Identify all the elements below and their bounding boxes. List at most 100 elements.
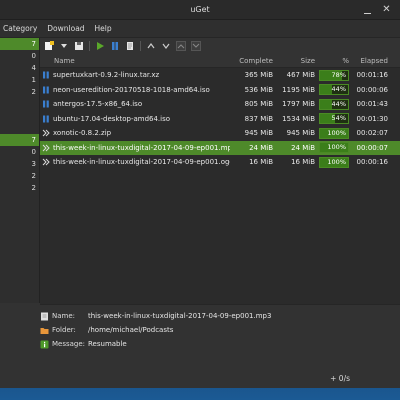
close-icon[interactable]: ✕ [381,4,392,15]
cell-name: supertuxkart-0.9.2-linux.tar.xz [40,71,230,79]
cell-percent: 54% [317,113,351,125]
cell-elapsed: 00:01:16 [356,71,388,80]
progress-label: 44% [331,85,346,94]
cell-name: ubuntu-17.04-desktop-amd64.iso [40,115,230,123]
file-name: this-week-in-linux-tuxdigital-2017-04-09… [53,143,230,152]
menu-help[interactable]: Help [90,24,117,33]
sidebar-item[interactable]: 3 [0,158,39,170]
list-header: Name Complete Size % Elapsed [40,54,400,68]
completed-status-icon [42,144,50,152]
cell-percent: 100% [317,142,351,154]
sidebar-item[interactable]: 0 [0,50,39,62]
download-list: Name Complete Size % Elapsed supertuxkar… [40,54,400,304]
properties-icon[interactable] [124,40,136,52]
cell-size: 1797 MiB [282,100,315,109]
table-row[interactable]: this-week-in-linux-tuxdigital-2017-04-09… [40,140,400,155]
paused-status-icon [43,100,49,108]
sidebar-item[interactable]: 0 [0,146,39,158]
cell-complete: 536 MiB [244,85,273,94]
cell-size: 1534 MiB [282,114,315,123]
progress-bar: 100% [319,156,349,168]
cell-elapsed: 00:00:07 [356,143,388,152]
progress-bar: 44% [319,84,349,96]
progress-bar: 44% [319,98,349,110]
sidebar-item[interactable]: 7 [0,38,39,50]
cell-complete: 16 MiB [249,158,273,167]
cell-size: 16 MiB [291,158,315,167]
cell-complete: 24 MiB [249,143,273,152]
table-row[interactable]: ubuntu-17.04-desktop-amd64.iso 837 MiB 153… [40,112,400,127]
progress-bar: 78% [319,69,349,81]
cell-size: 467 MiB [286,71,315,80]
column-size[interactable]: Size [273,57,317,65]
category-sidebar: 7041270322 [0,38,40,303]
detail-name-label: Name: [52,312,76,320]
file-name: antergos-17.5-x86_64.iso [53,100,143,109]
cell-percent: 100% [317,127,351,139]
move-up-icon[interactable] [145,40,157,52]
cell-complete: 805 MiB [244,100,273,109]
table-row[interactable]: neon-useredition-20170518-1018-amd64.iso… [40,83,400,98]
progress-label: 78% [331,70,346,79]
detail-message-row: Message: Resumable [40,337,400,351]
progress-label: 44% [331,99,346,108]
start-icon[interactable] [94,40,106,52]
sidebar-item[interactable]: 2 [0,86,39,98]
file-name: supertuxkart-0.9.2-linux.tar.xz [53,71,160,80]
cell-name: antergos-17.5-x86_64.iso [40,100,230,108]
toolbar-separator [89,41,90,51]
window-title: uGet [190,5,210,14]
new-dropdown-icon[interactable] [58,40,70,52]
progress-label: 100% [327,143,346,152]
save-icon[interactable] [73,40,85,52]
title-bar[interactable]: uGet ✕ [0,0,400,20]
sidebar-item[interactable] [0,98,39,110]
file-name: ubuntu-17.04-desktop-amd64.iso [53,114,171,123]
folder-icon [40,326,49,335]
table-row[interactable]: xonotic-0.8.2.zip 945 MiB 945 MiB 100% 00:02… [40,126,400,141]
move-bottom-icon[interactable] [190,40,202,52]
sidebar-item[interactable] [0,122,39,134]
sidebar-item[interactable] [0,110,39,122]
paused-status-icon [43,115,49,123]
menu-category[interactable]: Category [0,24,42,33]
cell-size: 24 MiB [291,143,315,152]
details-panel: Name: this-week-in-linux-tuxdigital-2017… [40,304,400,352]
sidebar-item[interactable]: 1 [0,74,39,86]
detail-name-value: this-week-in-linux-tuxdigital-2017-04-09… [88,312,272,320]
new-download-icon[interactable] [43,40,55,52]
cell-size: 1195 MiB [282,85,315,94]
progress-label: 54% [331,114,346,123]
menu-bar: Category Download Help [0,20,400,38]
move-top-icon[interactable] [175,40,187,52]
menu-download[interactable]: Download [42,24,89,33]
sidebar-item[interactable]: 2 [0,170,39,182]
cell-elapsed: 00:01:43 [356,100,388,109]
column-elapsed[interactable]: Elapsed [351,57,393,65]
progress-bar: 100% [319,127,349,139]
sidebar-item[interactable]: 7 [0,134,39,146]
sidebar-item[interactable]: 2 [0,182,39,194]
detail-name-row: Name: this-week-in-linux-tuxdigital-2017… [40,309,400,323]
cell-complete: 837 MiB [244,114,273,123]
move-down-icon[interactable] [160,40,172,52]
minimize-icon[interactable] [363,5,372,14]
column-name[interactable]: Name [40,57,230,65]
table-row[interactable]: this-week-in-linux-tuxdigital-2017-04-09… [40,155,400,170]
cell-name: xonotic-0.8.2.zip [40,129,230,137]
table-row[interactable]: antergos-17.5-x86_64.iso 805 MiB 1797 MiB 4… [40,97,400,112]
cell-name: this-week-in-linux-tuxdigital-2017-04-09… [40,158,230,166]
toolbar-separator [140,41,141,51]
file-name: this-week-in-linux-tuxdigital-2017-04-09… [53,158,230,167]
table-row[interactable]: supertuxkart-0.9.2-linux.tar.xz 365 MiB 46… [40,68,400,83]
pause-icon[interactable] [109,40,121,52]
cell-size: 945 MiB [286,129,315,138]
sidebar-item[interactable]: 4 [0,62,39,74]
cell-complete: 365 MiB [244,71,273,80]
info-icon [40,340,49,349]
column-percent[interactable]: % [317,57,351,65]
cell-percent: 100% [317,156,351,168]
cell-name: neon-useredition-20170518-1018-amd64.iso [40,86,230,94]
progress-label: 100% [327,128,346,137]
column-complete[interactable]: Complete [230,57,273,65]
